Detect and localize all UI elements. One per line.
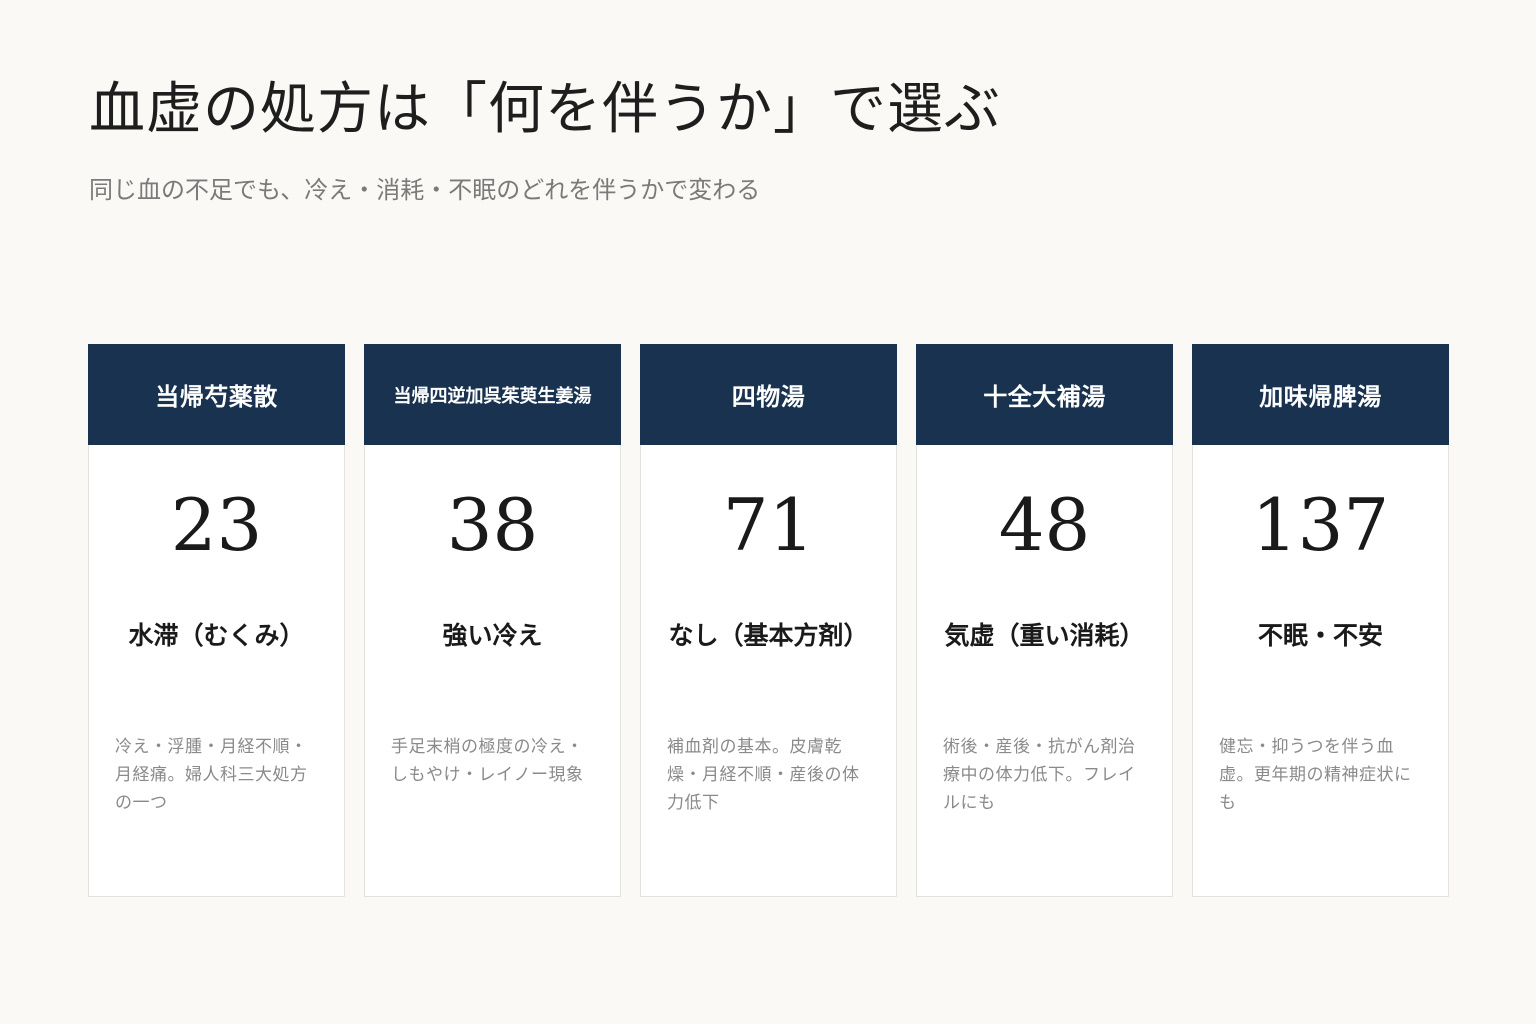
card-label: 水滞（むくみ） [128, 621, 305, 650]
card-label: 強い冷え [442, 621, 543, 650]
card-number: 48 [998, 483, 1091, 567]
card-header: 加味帰脾湯 [1192, 344, 1449, 445]
card-header: 当帰芍薬散 [88, 344, 345, 445]
card-header: 四物湯 [640, 344, 897, 445]
card-number: 38 [446, 483, 539, 567]
card-header: 十全大補湯 [916, 344, 1173, 445]
prescription-card: 四物湯 71 なし（基本方剤） 補血剤の基本。皮膚乾燥・月経不順・産後の体力低下 [640, 344, 897, 897]
card-description: 健忘・抑うつを伴う血虚。更年期の精神症状にも [1219, 737, 1412, 813]
card-label: 気虚（重い消耗） [944, 621, 1145, 650]
prescription-cards: 当帰芍薬散 23 水滞（むくみ） 冷え・浮腫・月経不順・月経痛。婦人科三大処方の… [88, 344, 1449, 897]
prescription-card: 加味帰脾湯 137 不眠・不安 健忘・抑うつを伴う血虚。更年期の精神症状にも [1192, 344, 1449, 897]
card-label: なし（基本方剤） [668, 621, 869, 650]
card-number: 23 [170, 483, 263, 567]
card-description: 補血剤の基本。皮膚乾燥・月経不順・産後の体力低下 [667, 737, 860, 813]
card-number: 137 [1251, 483, 1390, 567]
card-description: 手足末梢の極度の冷え・しもやけ・レイノー現象 [391, 737, 584, 785]
prescription-card: 当帰芍薬散 23 水滞（むくみ） 冷え・浮腫・月経不順・月経痛。婦人科三大処方の… [88, 344, 345, 897]
card-label: 不眠・不安 [1257, 621, 1383, 650]
card-description: 冷え・浮腫・月経不順・月経痛。婦人科三大処方の一つ [115, 737, 308, 813]
page-title: 血虚の処方は「何を伴うか」で選ぶ [89, 77, 1001, 142]
card-number: 71 [722, 483, 815, 567]
card-header: 当帰四逆加呉茱萸生姜湯 [364, 344, 621, 445]
card-description: 術後・産後・抗がん剤治療中の体力低下。フレイルにも [943, 737, 1136, 813]
prescription-card: 十全大補湯 48 気虚（重い消耗） 術後・産後・抗がん剤治療中の体力低下。フレイ… [916, 344, 1173, 897]
prescription-card: 当帰四逆加呉茱萸生姜湯 38 強い冷え 手足末梢の極度の冷え・しもやけ・レイノー… [364, 344, 621, 897]
page-subtitle: 同じ血の不足でも、冷え・消耗・不眠のどれを伴うかで変わる [89, 176, 761, 204]
